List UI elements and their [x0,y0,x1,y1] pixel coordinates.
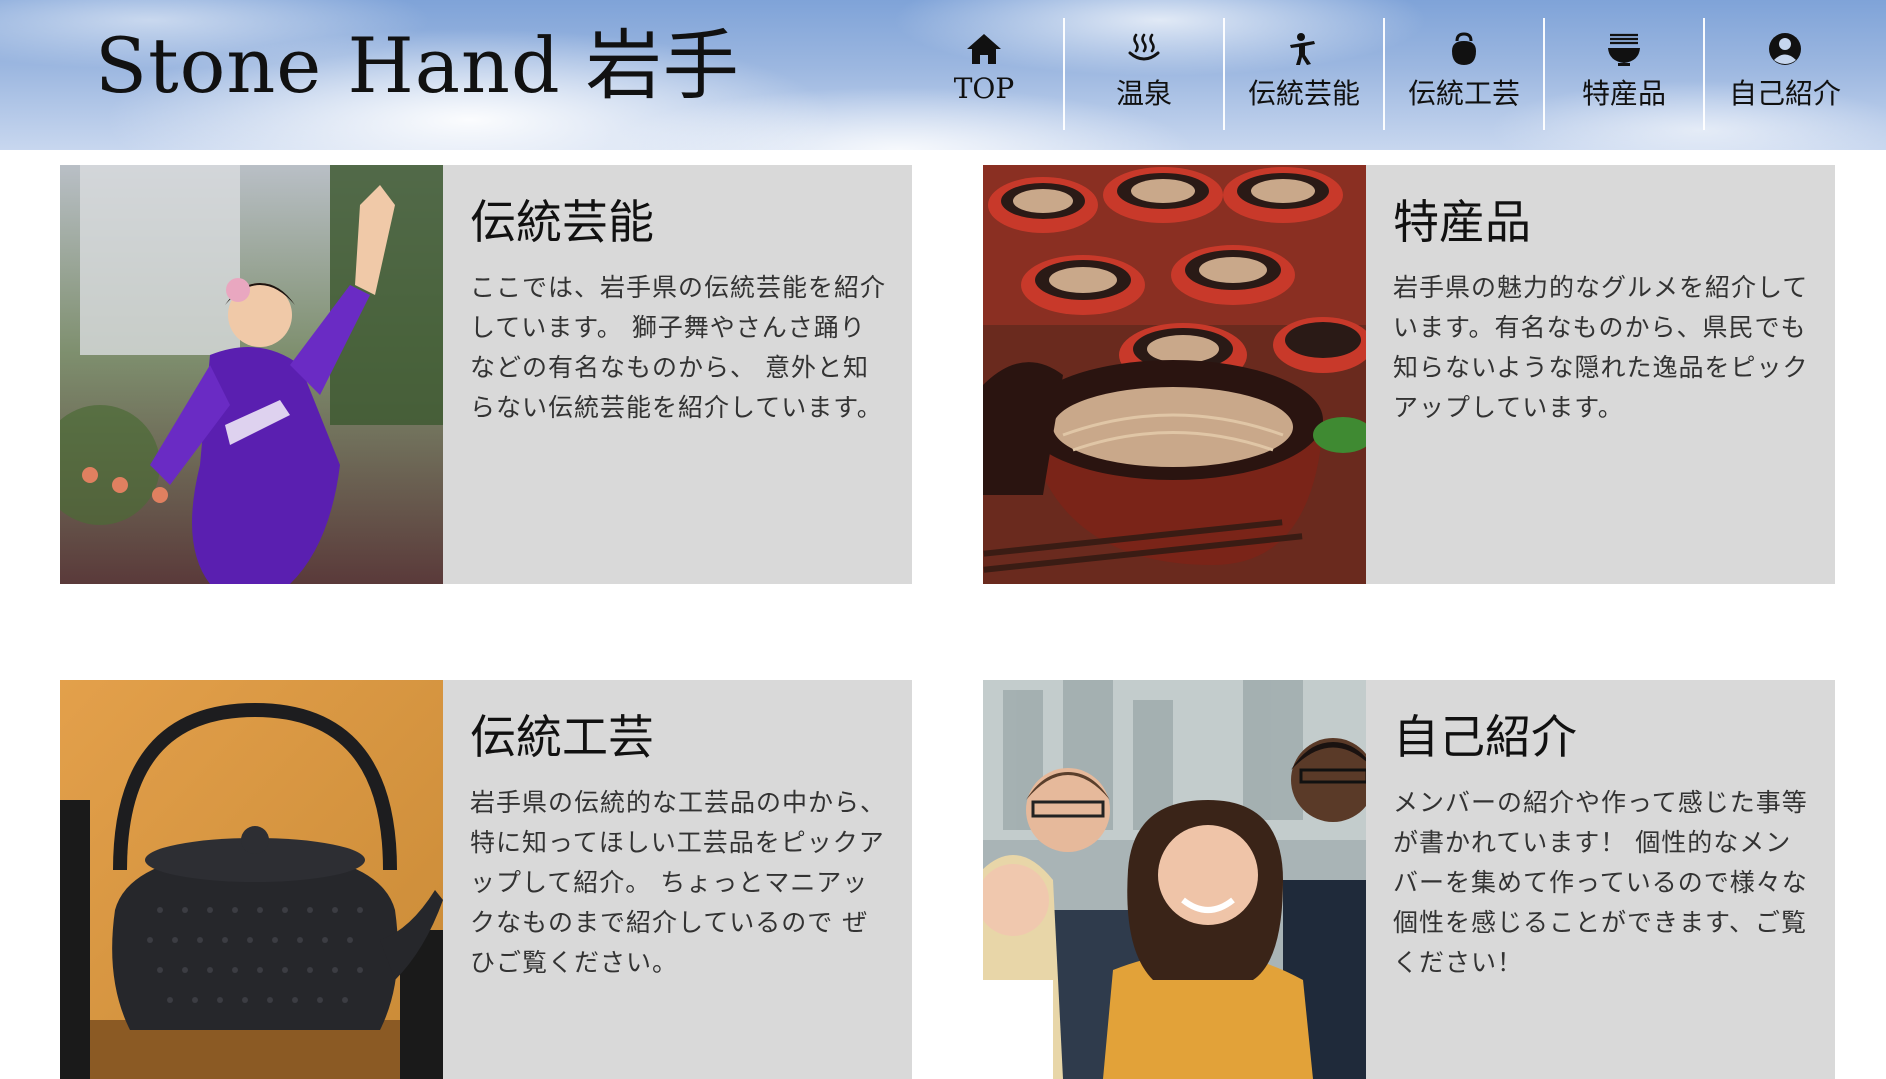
nav-item-kogei[interactable]: 伝統工芸 [1385,18,1545,130]
nav-label: 特産品 [1581,77,1666,110]
card-traditional-crafts[interactable]: 伝統工芸 岩手県の伝統的な工芸品の中から、特に知ってほしい工芸品をピックアップし… [60,680,912,1079]
nav-item-top[interactable]: TOP [905,18,1065,130]
user-circle-icon [1763,30,1807,68]
group-members-photo [983,680,1366,1079]
card-description: 岩手県の伝統的な工芸品の中から、特に知ってほしい工芸品をピックアップして紹介。 … [470,788,887,978]
nav-item-tokusan[interactable]: 特産品 [1545,18,1705,130]
wanko-soba-photo [983,165,1366,584]
card-body: 伝統工芸 岩手県の伝統的な工芸品の中から、特に知ってほしい工芸品をピックアップし… [443,680,912,1079]
noodle-bowl-icon [1602,30,1646,68]
card-description: メンバーの紹介や作って感じた事等が書かれています！ 個性的なメンバーを集めて作っ… [1393,788,1808,978]
main-nav: TOP 温泉 伝統芸能 伝統工芸 特産品 自己紹介 [905,18,1865,130]
dancer-icon [1282,30,1326,68]
card-traditional-arts[interactable]: 伝統芸能 ここでは、岩手県の伝統芸能を紹介しています。 獅子舞やさんさ踊りなどの… [60,165,912,584]
card-self-introduction[interactable]: 自己紹介 メンバーの紹介や作って感じた事等が書かれています！ 個性的なメンバーを… [983,680,1835,1079]
hot-spring-icon [1122,30,1166,68]
nav-item-jiko[interactable]: 自己紹介 [1705,18,1865,130]
card-title: 特産品 [1393,195,1531,249]
card-specialty-products[interactable]: 特産品 岩手県の魅力的なグルメを紹介しています。有名なものから、県民でも知らない… [983,165,1835,584]
card-body: 特産品 岩手県の魅力的なグルメを紹介しています。有名なものから、県民でも知らない… [1366,165,1835,584]
nav-item-onsen[interactable]: 温泉 [1065,18,1225,130]
home-icon [962,30,1006,68]
nav-label: 温泉 [1115,77,1172,110]
nav-item-geino[interactable]: 伝統芸能 [1225,18,1385,130]
site-header: Stone Hand 岩手 TOP 温泉 伝統芸能 伝統工芸 特産品 自己紹介 [0,0,1886,150]
card-title: 伝統芸能 [470,195,654,249]
card-title: 伝統工芸 [470,710,654,764]
card-body: 伝統芸能 ここでは、岩手県の伝統芸能を紹介しています。 獅子舞やさんさ踊りなどの… [443,165,912,584]
nav-label: 伝統芸能 [1247,77,1360,110]
nav-label: TOP [953,72,1015,105]
nambu-ironware-kettle-photo [60,680,443,1079]
site-title[interactable]: Stone Hand 岩手 [95,28,740,104]
card-body: 自己紹介 メンバーの紹介や作って感じた事等が書かれています！ 個性的なメンバーを… [1366,680,1835,1079]
nav-label: 伝統工芸 [1407,77,1520,110]
card-description: 岩手県の魅力的なグルメを紹介しています。有名なものから、県民でも知らないような隠… [1393,273,1809,423]
kettle-icon [1442,30,1486,68]
card-title: 自己紹介 [1393,710,1577,764]
nav-label: 自己紹介 [1728,77,1841,110]
sansa-dancer-photo [60,165,443,584]
card-description: ここでは、岩手県の伝統芸能を紹介しています。 獅子舞やさんさ踊りなどの有名なもの… [470,273,887,423]
